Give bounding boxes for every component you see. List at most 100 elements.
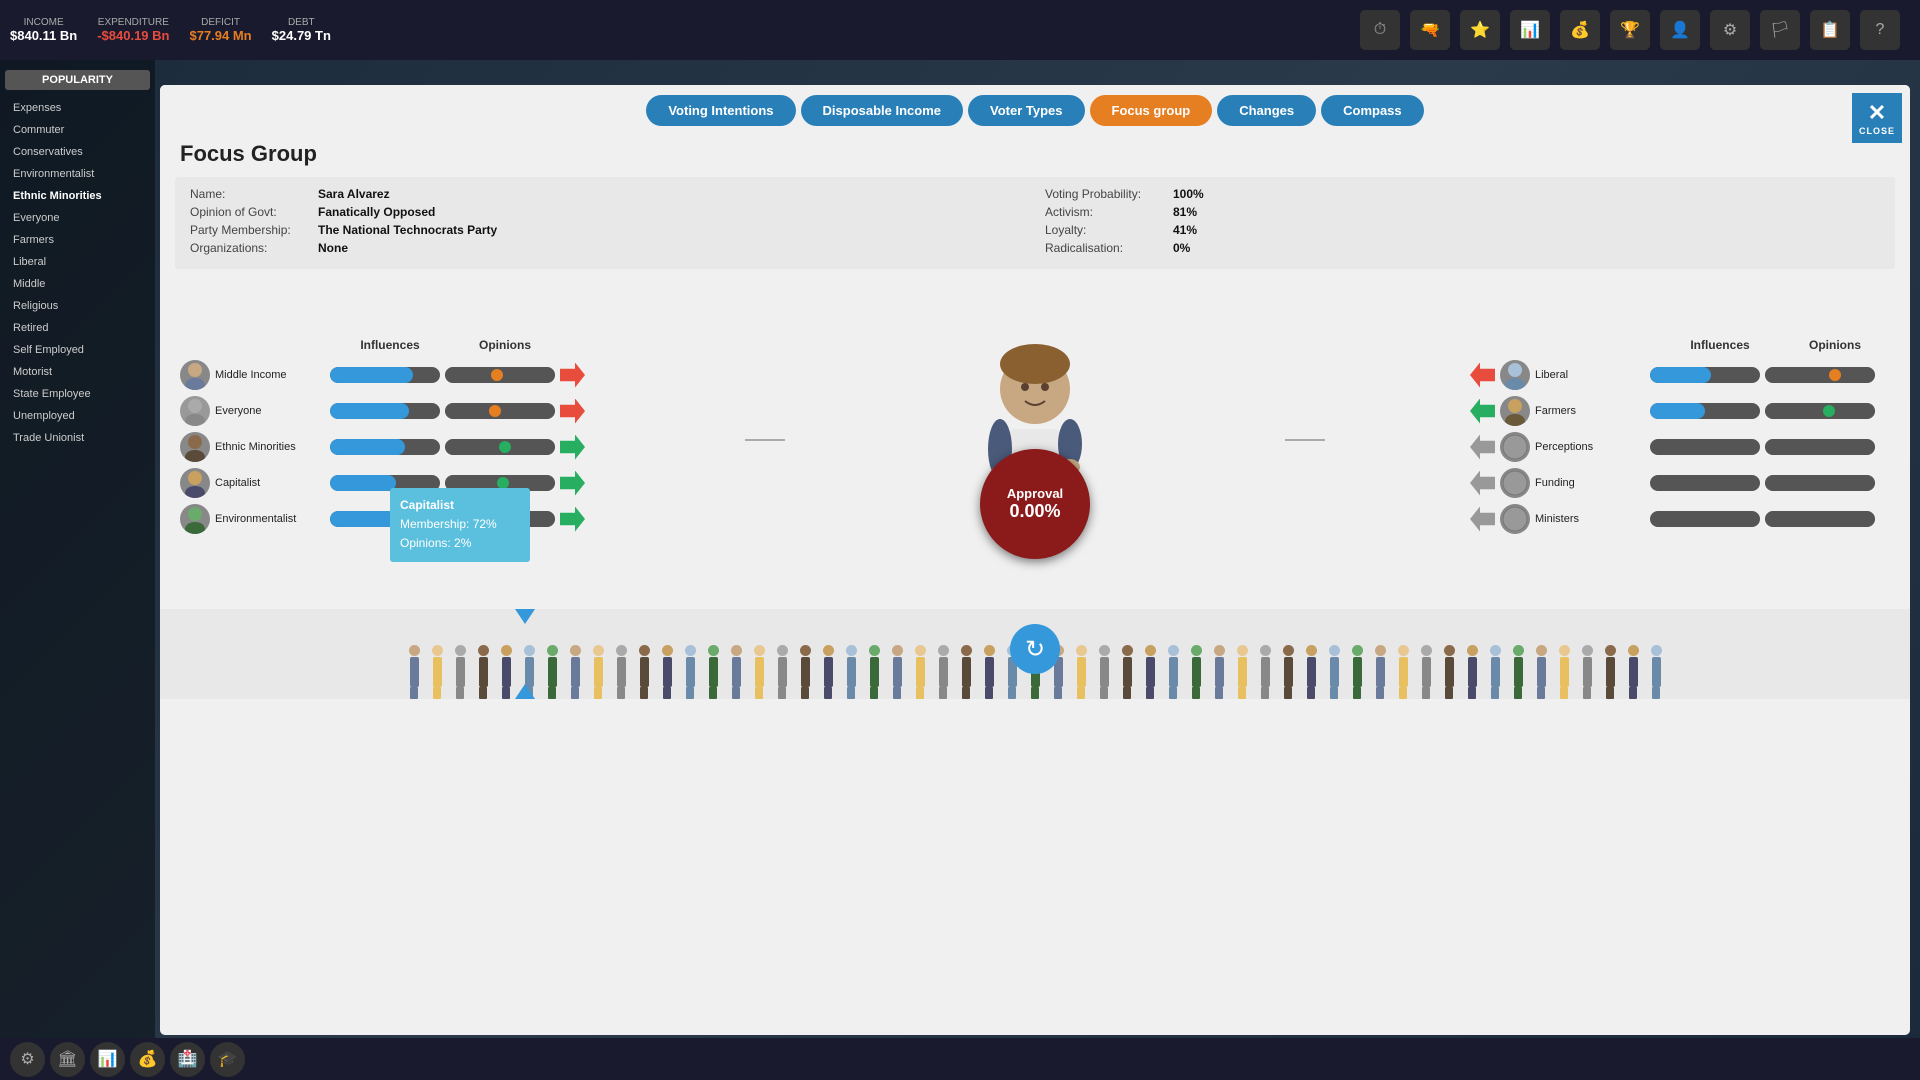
person-figure[interactable] xyxy=(1231,645,1253,699)
person-figure[interactable] xyxy=(748,645,770,699)
person-figure[interactable] xyxy=(1323,645,1345,699)
dollar-icon[interactable]: 💰 xyxy=(1560,10,1600,50)
tab-voting-intentions[interactable]: Voting Intentions xyxy=(646,95,795,126)
person-figure[interactable] xyxy=(1346,645,1368,699)
person-figure[interactable] xyxy=(955,645,977,699)
sidebar-item-unemployed[interactable]: Unemployed xyxy=(5,406,150,426)
person-figure[interactable] xyxy=(449,645,471,699)
sidebar-item-motorist[interactable]: Motorist xyxy=(5,362,150,382)
person-figure[interactable] xyxy=(1507,645,1529,699)
person-figure[interactable] xyxy=(725,645,747,699)
person-figure[interactable] xyxy=(1139,645,1161,699)
person-figure[interactable] xyxy=(679,645,701,699)
person-figure[interactable] xyxy=(495,645,517,699)
trophy-icon[interactable]: 🏆 xyxy=(1610,10,1650,50)
sidebar-item-farmers[interactable]: Farmers xyxy=(5,230,150,250)
person-figure[interactable] xyxy=(1093,645,1115,699)
tab-focus-group[interactable]: Focus group xyxy=(1090,95,1213,126)
docs-icon[interactable]: 📋 xyxy=(1810,10,1850,50)
person-figure[interactable] xyxy=(863,645,885,699)
gun-icon[interactable]: 🔫 xyxy=(1410,10,1450,50)
bottom-icon-5[interactable]: 🏥 xyxy=(170,1042,205,1077)
right-row-funding: Funding xyxy=(1470,468,1890,498)
person-figure-selected[interactable] xyxy=(702,645,724,699)
bottom-icon-6[interactable]: 🎓 xyxy=(210,1042,245,1077)
person-figure[interactable] xyxy=(1185,645,1207,699)
person-figure[interactable] xyxy=(656,645,678,699)
person-figure[interactable] xyxy=(817,645,839,699)
reload-icon[interactable]: ↻ xyxy=(1010,624,1060,674)
expenditure-value: -$840.19 Bn xyxy=(97,28,169,43)
sidebar-item-commuter[interactable]: Commuter xyxy=(5,120,150,140)
tab-changes[interactable]: Changes xyxy=(1217,95,1316,126)
reload-button-container[interactable]: ↻ xyxy=(1010,624,1060,674)
person-figure[interactable] xyxy=(541,645,563,699)
help-icon[interactable]: ? xyxy=(1860,10,1900,50)
person-figure[interactable] xyxy=(1116,645,1138,699)
bottom-icon-3[interactable]: 📊 xyxy=(90,1042,125,1077)
person-figure[interactable] xyxy=(633,645,655,699)
bottom-icon-1[interactable]: ⚙ xyxy=(10,1042,45,1077)
sidebar-item-religious[interactable]: Religious xyxy=(5,296,150,316)
person-figure[interactable] xyxy=(1530,645,1552,699)
person-figure[interactable] xyxy=(1277,645,1299,699)
person-figure[interactable] xyxy=(1162,645,1184,699)
sidebar-item-conservatives[interactable]: Conservatives xyxy=(5,142,150,162)
person-figure[interactable] xyxy=(840,645,862,699)
sidebar-item-liberal[interactable]: Liberal xyxy=(5,252,150,272)
opinion-notch-ethnic-minorities xyxy=(499,441,511,453)
sidebar-item-state-employee[interactable]: State Employee xyxy=(5,384,150,404)
flag-icon[interactable]: 🏳 xyxy=(1760,10,1800,50)
star-icon[interactable]: ⭐ xyxy=(1460,10,1500,50)
person-figure[interactable] xyxy=(403,645,425,699)
chart-icon[interactable]: 📊 xyxy=(1510,10,1550,50)
person-figure[interactable] xyxy=(564,645,586,699)
sidebar-item-everyone[interactable]: Everyone xyxy=(5,208,150,228)
bottom-icon-2[interactable]: 🏛 xyxy=(50,1042,85,1077)
person-figure[interactable] xyxy=(1622,645,1644,699)
person-figure[interactable] xyxy=(978,645,1000,699)
time-icon[interactable]: ⏱ xyxy=(1360,10,1400,50)
person-figure[interactable] xyxy=(1645,645,1667,699)
person-figure[interactable] xyxy=(1300,645,1322,699)
sidebar-item-expenses[interactable]: Expenses xyxy=(5,98,150,118)
sidebar-item-retired[interactable]: Retired xyxy=(5,318,150,338)
person-figure[interactable] xyxy=(1438,645,1460,699)
person-figure[interactable] xyxy=(909,645,931,699)
person-figure[interactable] xyxy=(472,645,494,699)
person-figure[interactable] xyxy=(1369,645,1391,699)
avatar-middle-income xyxy=(180,360,210,390)
sidebar-item-trade-unionist[interactable]: Trade Unionist xyxy=(5,428,150,448)
person-figure[interactable] xyxy=(426,645,448,699)
person-figure[interactable] xyxy=(771,645,793,699)
person-figure[interactable] xyxy=(1553,645,1575,699)
person-figure[interactable] xyxy=(1576,645,1598,699)
sidebar-item-environmentalist[interactable]: Environmentalist xyxy=(5,164,150,184)
person-figure[interactable] xyxy=(610,645,632,699)
person-figure[interactable] xyxy=(932,645,954,699)
user-icon[interactable]: 👤 xyxy=(1660,10,1700,50)
person-figure[interactable] xyxy=(1070,645,1092,699)
loyalty-value: 41% xyxy=(1173,223,1197,237)
person-figure[interactable] xyxy=(1208,645,1230,699)
bottom-icon-4[interactable]: 💰 xyxy=(130,1042,165,1077)
tab-compass[interactable]: Compass xyxy=(1321,95,1424,126)
person-figure[interactable] xyxy=(587,645,609,699)
close-button[interactable]: ✕ CLOSE xyxy=(1852,93,1902,143)
tab-voter-types[interactable]: Voter Types xyxy=(968,95,1084,126)
info-table: Name: Sara Alvarez Voting Probability: 1… xyxy=(175,177,1895,269)
person-figure[interactable] xyxy=(794,645,816,699)
person-figure[interactable] xyxy=(1461,645,1483,699)
person-figure[interactable] xyxy=(1392,645,1414,699)
person-figure[interactable] xyxy=(1415,645,1437,699)
sidebar-item-ethnic-minorities[interactable]: Ethnic Minorities xyxy=(5,186,150,206)
sidebar-item-middle[interactable]: Middle xyxy=(5,274,150,294)
tab-disposable-income[interactable]: Disposable Income xyxy=(801,95,963,126)
person-figure[interactable] xyxy=(886,645,908,699)
info-row-1: Name: Sara Alvarez Voting Probability: 1… xyxy=(190,187,1880,201)
sidebar-item-self-employed[interactable]: Self Employed xyxy=(5,340,150,360)
person-figure[interactable] xyxy=(1254,645,1276,699)
person-figure[interactable] xyxy=(1599,645,1621,699)
person-figure[interactable] xyxy=(1484,645,1506,699)
settings-icon[interactable]: ⚙ xyxy=(1710,10,1750,50)
